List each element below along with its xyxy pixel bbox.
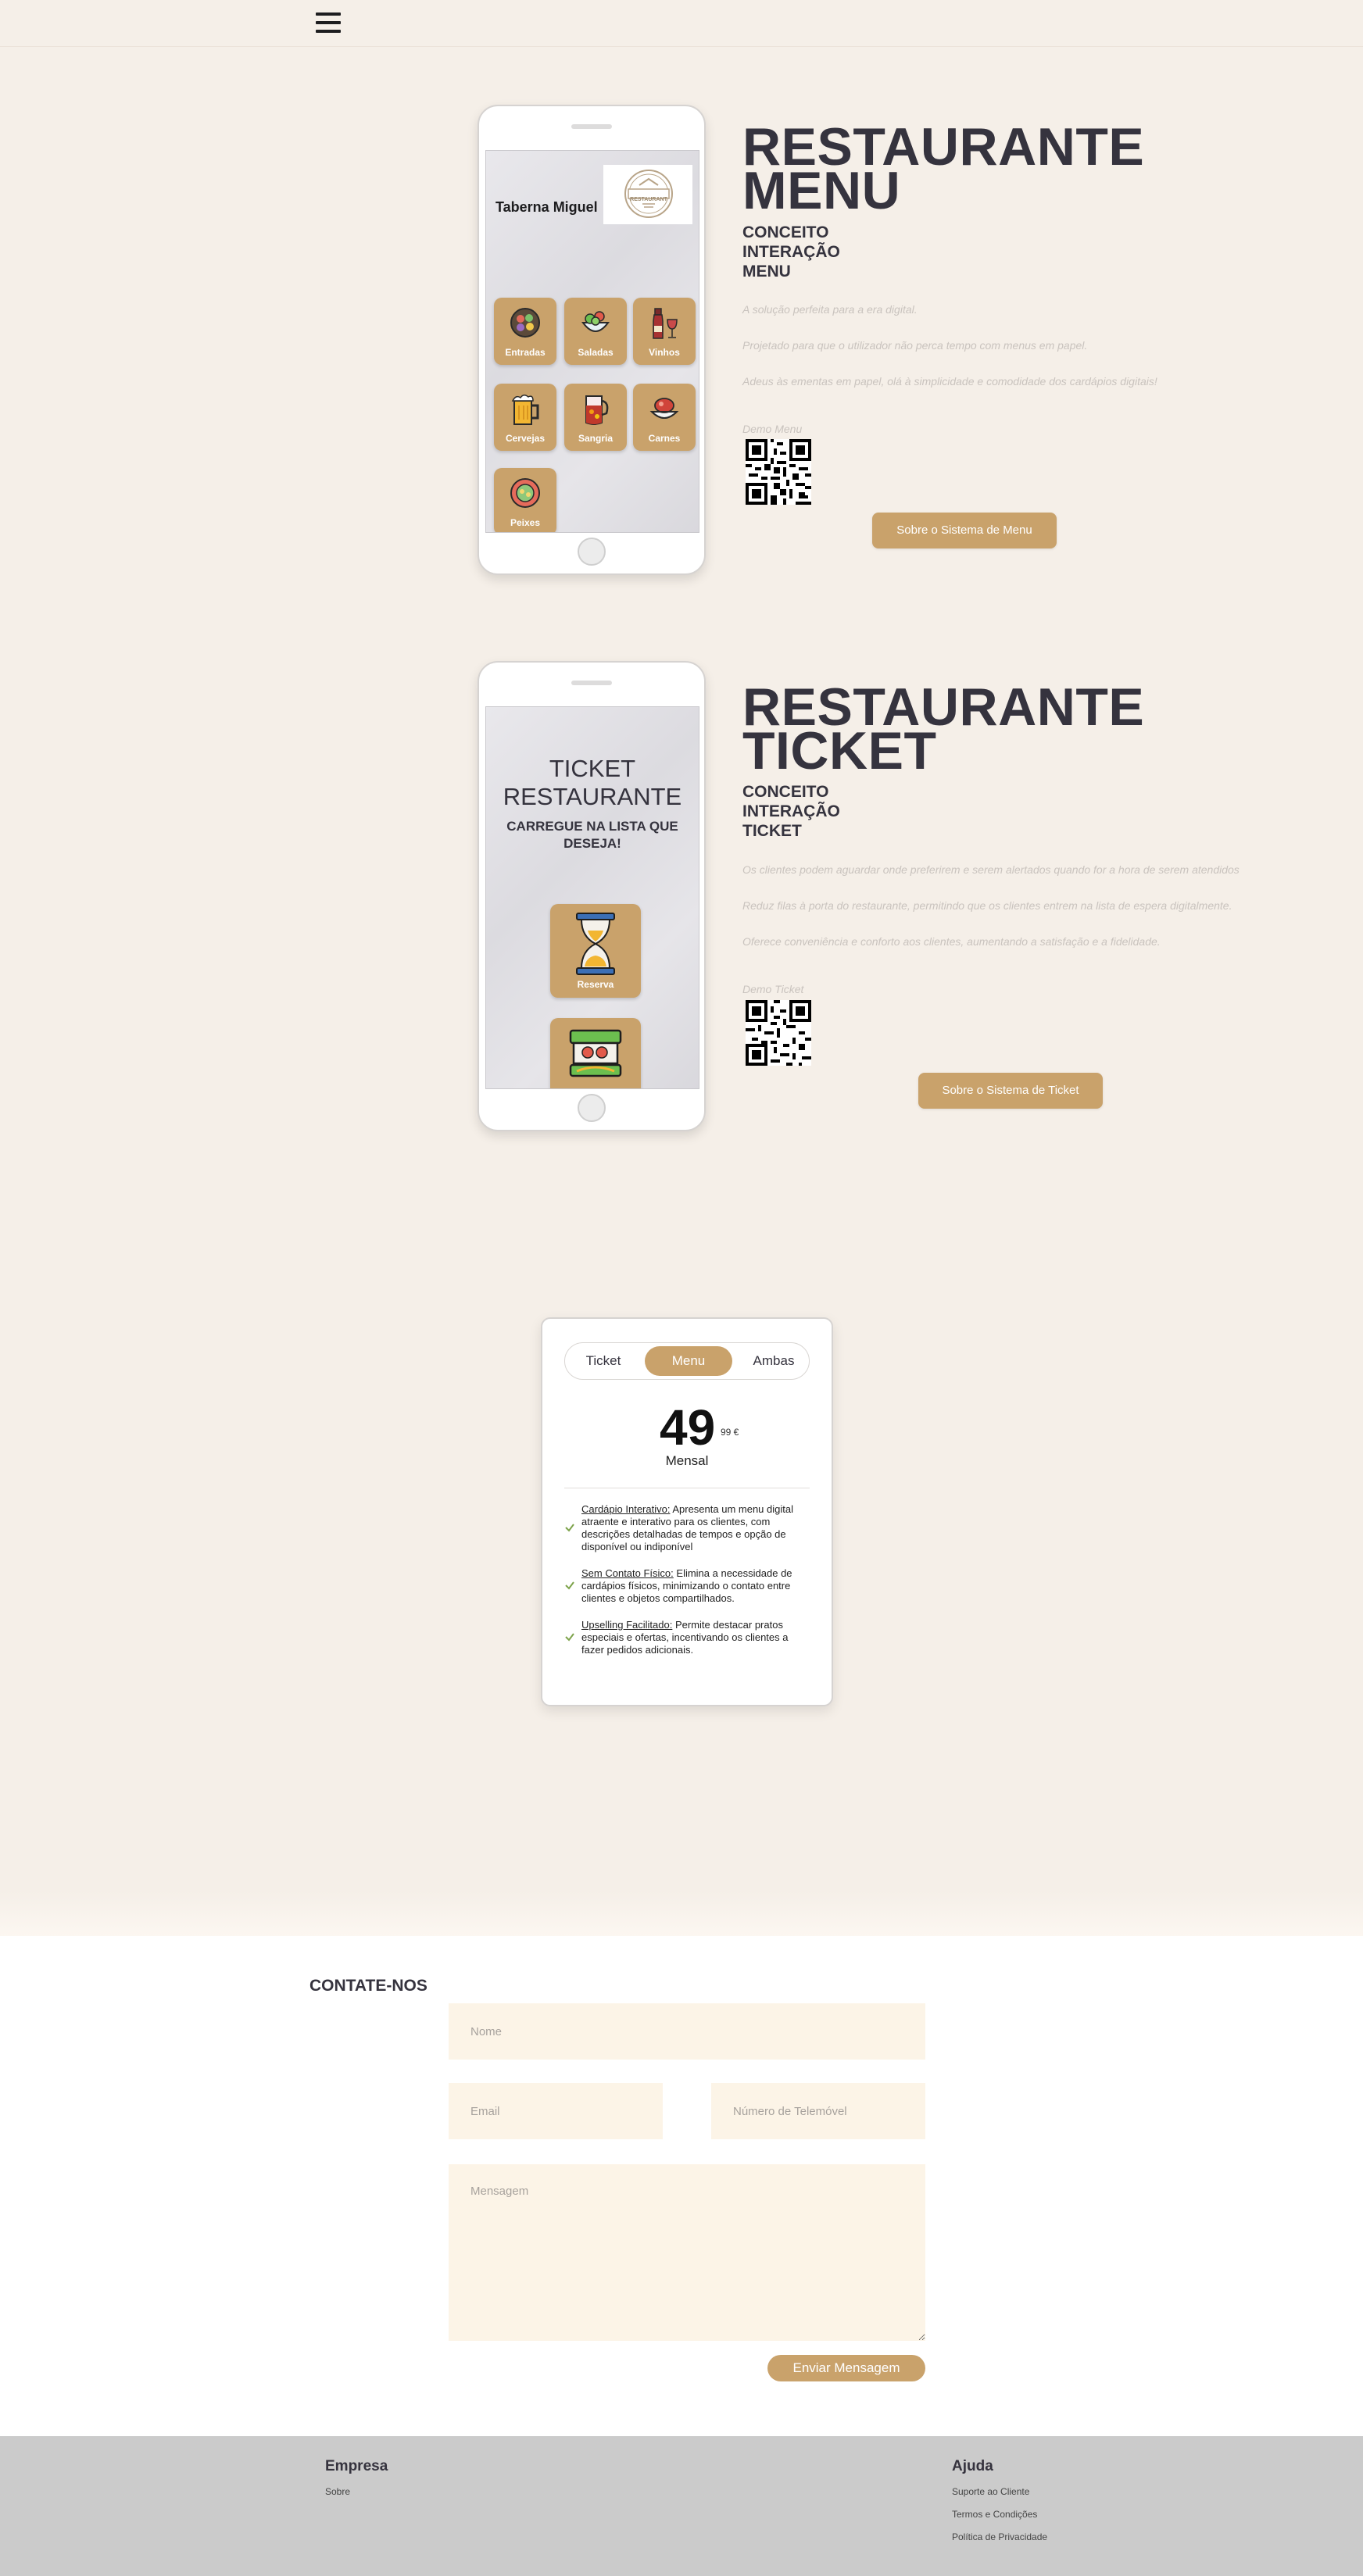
ticket-screen-title-line1: TICKET <box>549 755 636 782</box>
restaurant-logo-icon <box>624 170 673 218</box>
footer <box>0 2436 1363 2576</box>
category-label: Vinhos <box>649 347 680 358</box>
ticket-description-3: Oferece conveniência e conforto aos clie… <box>742 935 1161 948</box>
footer-heading-empresa: Empresa <box>325 2458 388 2474</box>
top-header <box>0 0 1363 47</box>
phone-home-button <box>578 538 606 566</box>
category-tile-vinhos[interactable]: Vinhos <box>633 298 696 365</box>
ticket-description-2: Reduz filas à porta do restaurante, perm… <box>742 899 1232 912</box>
menu-subtitle-line1: CONCEITO <box>742 223 829 241</box>
feature-item: Sem Contato Físico: Elimina a necessidad… <box>581 1567 810 1605</box>
phone-number-field[interactable] <box>711 2083 925 2139</box>
menu-description-1: A solução perfeita para a era digital. <box>742 303 918 316</box>
ticket-subtitle-line2: INTERAÇÃO <box>742 802 840 820</box>
send-message-button[interactable]: Enviar Mensagem <box>767 2355 925 2381</box>
phone-mockup-menu: Taberna Miguel RESTAURANT Entradas Salad… <box>478 105 706 575</box>
menu-app-screen: Taberna Miguel RESTAURANT Entradas Salad… <box>485 150 699 533</box>
restaurant-logo: RESTAURANT <box>603 165 692 224</box>
wine-icon <box>653 308 678 339</box>
hamburger-menu-icon[interactable] <box>316 11 341 34</box>
about-menu-system-button[interactable]: Sobre o Sistema de Menu <box>872 513 1057 548</box>
ticket-demo-label: Demo Ticket <box>742 983 804 995</box>
footer-link-termos[interactable]: Termos e Condições <box>952 2509 1037 2520</box>
price-period: Mensal <box>665 1453 709 1468</box>
category-tile-saladas[interactable]: Saladas <box>564 298 627 365</box>
category-label: Entradas <box>505 347 546 358</box>
ticket-subtitle-line1: CONCEITO <box>742 783 829 801</box>
reserva-label: Reserva <box>577 979 614 990</box>
ticket-screen-subtitle-line2: DESEJA! <box>563 836 621 851</box>
phone-mockup-ticket: TICKET RESTAURANTE CARREGUE NA LISTA QUE… <box>478 661 706 1131</box>
salad-icon <box>581 311 610 332</box>
hourglass-icon <box>576 913 615 975</box>
takeaway-tile[interactable] <box>550 1018 641 1088</box>
restaurant-name: Taberna Miguel <box>495 199 598 215</box>
feature-item: Upselling Facilitado: Permite destacar p… <box>581 1619 810 1656</box>
pricing-card: Ticket Menu Ambas 49 99 € Mensal Cardápi… <box>541 1317 833 1706</box>
reserva-tile[interactable]: Reserva <box>550 904 641 998</box>
plan-option-ambas[interactable]: Ambas <box>739 1343 809 1379</box>
ticket-qr-code-icon[interactable] <box>746 1000 811 1066</box>
category-label: Saladas <box>578 347 614 358</box>
fish-plate-icon <box>510 478 540 508</box>
category-label: Carnes <box>648 433 681 444</box>
footer-link-privacidade[interactable]: Política de Privacidade <box>952 2531 1047 2542</box>
menu-subtitle-line3: MENU <box>742 263 791 280</box>
contact-title: CONTATE-NOS <box>309 1977 428 1995</box>
footer-link-suporte[interactable]: Suporte ao Cliente <box>952 2486 1029 2497</box>
logo-text: RESTAURANT <box>630 197 667 202</box>
check-icon <box>565 1524 574 1532</box>
menu-description-3: Adeus às ementas em papel, olá à simplic… <box>742 375 1157 388</box>
phone-speaker <box>571 681 612 685</box>
salad-bowl-icon <box>510 308 540 338</box>
category-label: Sangria <box>578 433 613 444</box>
check-icon <box>565 1633 574 1642</box>
category-tile-sangria[interactable]: Sangria <box>564 384 627 451</box>
feature-title: Upselling Facilitado: <box>581 1619 673 1631</box>
footer-heading-ajuda: Ajuda <box>952 2458 993 2474</box>
phone-home-button <box>578 1094 606 1122</box>
email-field[interactable] <box>449 2083 663 2139</box>
ticket-screen-title-line2: RESTAURANTE <box>503 783 682 810</box>
phone-speaker <box>571 124 612 129</box>
ticket-description-1: Os clientes podem aguardar onde preferir… <box>742 863 1240 876</box>
ticket-screen-subtitle-line1: CARREGUE NA LISTA QUE <box>506 819 678 834</box>
menu-subtitle-line2: INTERAÇÃO <box>742 243 840 261</box>
category-label: Cervejas <box>505 433 546 444</box>
section-fade <box>0 1891 1363 1936</box>
ticket-subtitle-line3: TICKET <box>742 822 802 840</box>
menu-title-line2: MENU <box>742 161 901 220</box>
plan-option-ticket[interactable]: Ticket <box>568 1343 639 1379</box>
category-tile-entradas[interactable]: Entradas <box>494 298 556 365</box>
plan-toggle: Ticket Menu Ambas <box>564 1342 810 1380</box>
menu-qr-code-icon[interactable] <box>746 439 811 505</box>
message-field[interactable] <box>449 2164 925 2341</box>
check-icon <box>565 1581 574 1590</box>
about-ticket-system-button[interactable]: Sobre o Sistema de Ticket <box>918 1073 1103 1109</box>
menu-demo-label: Demo Menu <box>742 423 803 435</box>
ticket-title-line2: TICKET <box>742 721 937 781</box>
ticket-app-screen: TICKET RESTAURANTE CARREGUE NA LISTA QUE… <box>485 706 699 1089</box>
sangria-pitcher-icon <box>585 395 609 425</box>
plan-option-menu[interactable]: Menu <box>645 1346 732 1376</box>
feature-title: Sem Contato Físico: <box>581 1567 674 1579</box>
name-field[interactable] <box>449 2003 925 2060</box>
category-label: Peixes <box>510 517 541 528</box>
beer-mug-icon <box>511 395 539 425</box>
feature-item: Cardápio Interativo: Apresenta um menu d… <box>581 1503 810 1553</box>
feature-title: Cardápio Interativo: <box>581 1503 671 1515</box>
category-tile-peixes[interactable]: Peixes <box>494 468 556 532</box>
footer-link-sobre[interactable]: Sobre <box>325 2486 350 2497</box>
price-cents: 99 € <box>721 1427 739 1438</box>
category-tile-carnes[interactable]: Carnes <box>633 384 696 451</box>
meat-dish-icon <box>649 398 679 419</box>
category-tile-cervejas[interactable]: Cervejas <box>494 384 556 451</box>
price-amount: 49 <box>660 1399 716 1456</box>
menu-description-2: Projetado para que o utilizador não perc… <box>742 339 1088 352</box>
food-container-icon <box>569 1029 622 1077</box>
